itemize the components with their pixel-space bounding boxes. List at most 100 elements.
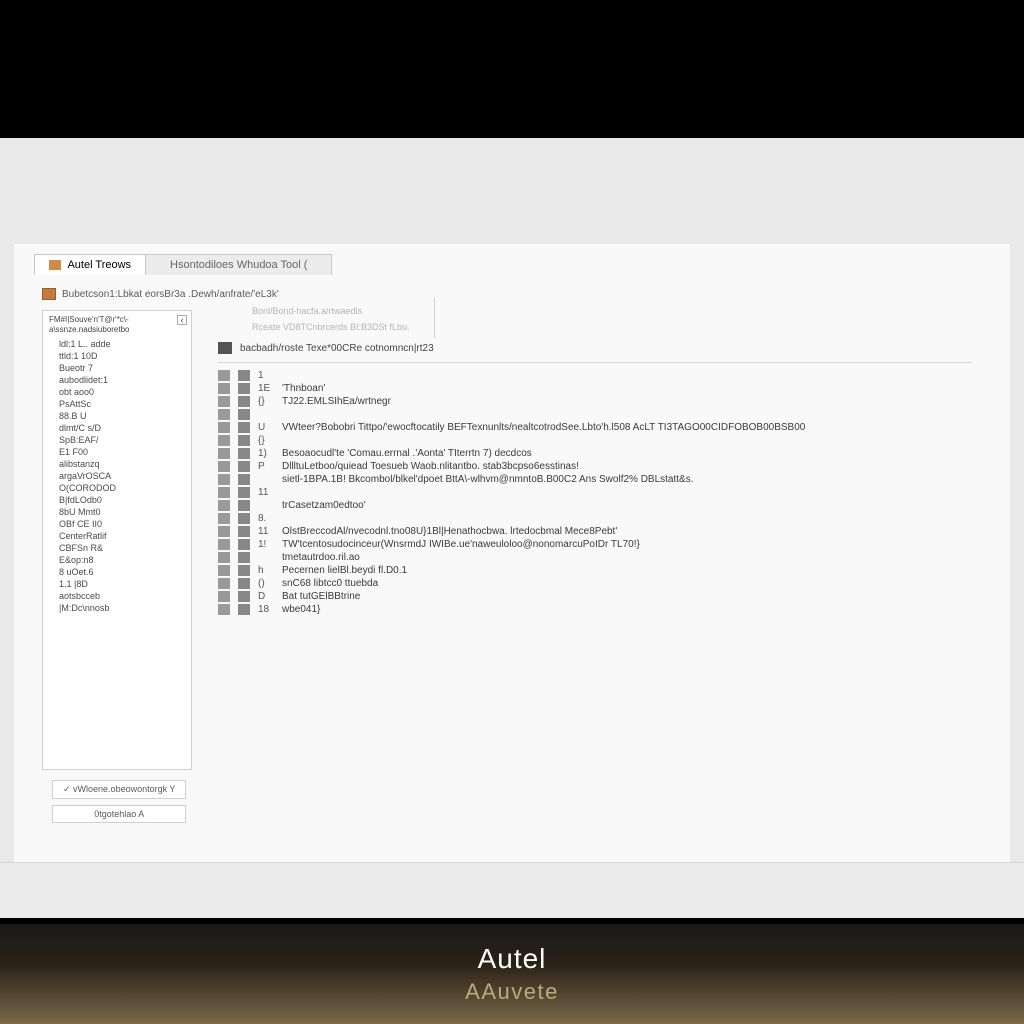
line-text: Besoaocudl'te 'Comau.errnal .'Aonta' TIt… (282, 448, 972, 459)
tree-item[interactable]: argaVrOSCA (49, 470, 185, 482)
gutter-icon (218, 604, 230, 615)
gutter-icon-2 (238, 461, 250, 472)
expand-icon[interactable]: ‹ (177, 315, 187, 325)
gutter-icon-2 (238, 500, 250, 511)
code-row[interactable]: 1E'Thnboan' (212, 382, 972, 395)
gutter-icon (218, 552, 230, 563)
code-row[interactable]: {}TJ22.EMLSIhEa/wrtnegr (212, 395, 972, 408)
tree-item[interactable]: dlmt/C s/D (49, 422, 185, 434)
code-row[interactable] (212, 408, 972, 421)
tree-header: FM#I|Souve'n'T@r'*c\-a\ssnze.nadsiuboret… (49, 315, 185, 334)
line-marker: U (258, 422, 274, 433)
line-text: snC68 libtcc0 ttuebda (282, 578, 972, 589)
code-row[interactable]: PDllltuLetboo/quiead Toesueb Waob.nlitan… (212, 460, 972, 473)
tab-tool[interactable]: Hsontodiloes Whudoa Tool ( (146, 254, 332, 275)
code-row[interactable]: 18wbe041} (212, 603, 972, 616)
line-text: tmetautrdoo.ril.ao (282, 552, 972, 563)
tab-tree-label: Autel Treows (67, 259, 131, 271)
tree-item[interactable]: CenterRatlif (49, 530, 185, 542)
tree-item[interactable]: obt aoo0 (49, 386, 185, 398)
code-row[interactable]: sietl-1BPA.1B! Bkcombol/blkel'dpoet BttA… (212, 473, 972, 486)
tree-item[interactable]: aotsbcceb (49, 590, 185, 602)
gutter-icon-2 (238, 552, 250, 563)
tab-tree[interactable]: Autel Treows (34, 254, 146, 275)
faint-line-a: Bonl/Bond-hacfa.a/rtwaedls (252, 306, 972, 316)
tree-item[interactable]: Bueotr 7 (49, 362, 185, 374)
tree-footer: ✓ vWloene.obeowontorgk Y 0tgotehlao A (52, 780, 186, 823)
tree-item[interactable]: 8bU Mmt0 (49, 506, 185, 518)
gutter-icon (218, 396, 230, 407)
section-heading-text: bacbadh/roste Texe*00CRe cotnomncn|rt23 (240, 343, 434, 354)
gutter-icon (218, 526, 230, 537)
gutter-icon (218, 422, 230, 433)
line-text: OlstBreccodAl/nvecodnl.tno08U}1Bl|Henath… (282, 526, 972, 537)
gutter-icon (218, 500, 230, 511)
code-row[interactable]: 1 (212, 369, 972, 382)
line-text: trCasetzam0edtoo' (282, 500, 972, 511)
tree-item[interactable]: 8 uOet.6 (49, 566, 185, 578)
tree-item[interactable]: SpB:EAF/ (49, 434, 185, 446)
gutter-icon (218, 383, 230, 394)
line-marker: 1) (258, 448, 274, 459)
status-bar (0, 862, 1024, 918)
option-button[interactable]: 0tgotehlao A (52, 805, 186, 823)
tree-item[interactable]: aubodlidet:1 (49, 374, 185, 386)
app-tabbar: Autel Treows Hsontodiloes Whudoa Tool ( (34, 254, 332, 275)
line-marker: 8. (258, 513, 274, 524)
tree-items: ldl:1 L.. addettld:1 10DBueotr 7aubodlid… (49, 338, 185, 614)
gutter-icon-2 (238, 539, 250, 550)
code-row[interactable]: DBat tutGElBBtrine (212, 590, 972, 603)
tree-item[interactable]: OBf CE II0 (49, 518, 185, 530)
line-marker: 11 (258, 526, 274, 537)
gutter-icon (218, 578, 230, 589)
code-row[interactable]: ()snC68 libtcc0 ttuebda (212, 577, 972, 590)
gutter-icon (218, 565, 230, 576)
tree-item[interactable]: ttld:1 10D (49, 350, 185, 362)
gutter-icon-2 (238, 487, 250, 498)
gutter-icon-2 (238, 604, 250, 615)
gutter-icon (218, 461, 230, 472)
code-row[interactable]: UVWteer?Bobobri Tittpo/'ewocftocatily BE… (212, 421, 972, 434)
tree-item[interactable]: alibstanzq (49, 458, 185, 470)
line-marker: 1! (258, 539, 274, 550)
line-marker: 1 (258, 370, 274, 381)
tree-item[interactable]: |M:Dc\nnosb (49, 602, 185, 614)
tree-item[interactable]: PsAttSc (49, 398, 185, 410)
tree-item[interactable]: E1 F00 (49, 446, 185, 458)
code-row[interactable]: hPecernen lielBl.beydi fl.D0.1 (212, 564, 972, 577)
gutter-icon-2 (238, 474, 250, 485)
gutter-icon (218, 409, 230, 420)
tree-item[interactable]: CBFSn R& (49, 542, 185, 554)
code-row[interactable]: trCasetzam0edtoo' (212, 499, 972, 512)
line-text: Pecernen lielBl.beydi fl.D0.1 (282, 565, 972, 576)
tree-item[interactable]: 1.1 |8D (49, 578, 185, 590)
option-checkbox[interactable]: ✓ vWloene.obeowontorgk Y (52, 780, 186, 799)
code-row[interactable]: 11 OlstBreccodAl/nvecodnl.tno08U}1Bl|Hena… (212, 525, 972, 538)
line-marker: {} (258, 435, 274, 446)
tree-item[interactable]: ldl:1 L.. adde (49, 338, 185, 350)
tree-item[interactable]: B|fdLOdb0 (49, 494, 185, 506)
gutter-icon (218, 448, 230, 459)
tree-item[interactable]: O(CORODOD (49, 482, 185, 494)
code-row[interactable]: 8. (212, 512, 972, 525)
folder-open-icon (42, 288, 56, 300)
device-brand-strip: Autel AAuvete (0, 924, 1024, 1024)
gutter-icon-2 (238, 578, 250, 589)
tree-panel[interactable]: ‹ FM#I|Souve'n'T@r'*c\-a\ssnze.nadsiubor… (42, 310, 192, 770)
tree-item[interactable]: E&op:n8 (49, 554, 185, 566)
device-subbrand: AAuvete (465, 979, 559, 1005)
code-row[interactable]: tmetautrdoo.ril.ao (212, 551, 972, 564)
code-row[interactable]: 1!TW'tcentosudocinceur(WnsrmdJ IWIBe.ue'… (212, 538, 972, 551)
gutter-icon-2 (238, 526, 250, 537)
code-row[interactable]: 11 (212, 486, 972, 499)
line-text: Bat tutGElBBtrine (282, 591, 972, 602)
gutter-icon-2 (238, 383, 250, 394)
code-row[interactable]: 1) Besoaocudl'te 'Comau.errnal .'Aonta' T… (212, 447, 972, 460)
gutter-icon-2 (238, 409, 250, 420)
code-row[interactable]: {} (212, 434, 972, 447)
gutter-icon-2 (238, 565, 250, 576)
gutter-icon (218, 487, 230, 498)
tree-item[interactable]: 88.B U (49, 410, 185, 422)
line-marker: 11 (258, 487, 274, 498)
gutter-icon-2 (238, 370, 250, 381)
